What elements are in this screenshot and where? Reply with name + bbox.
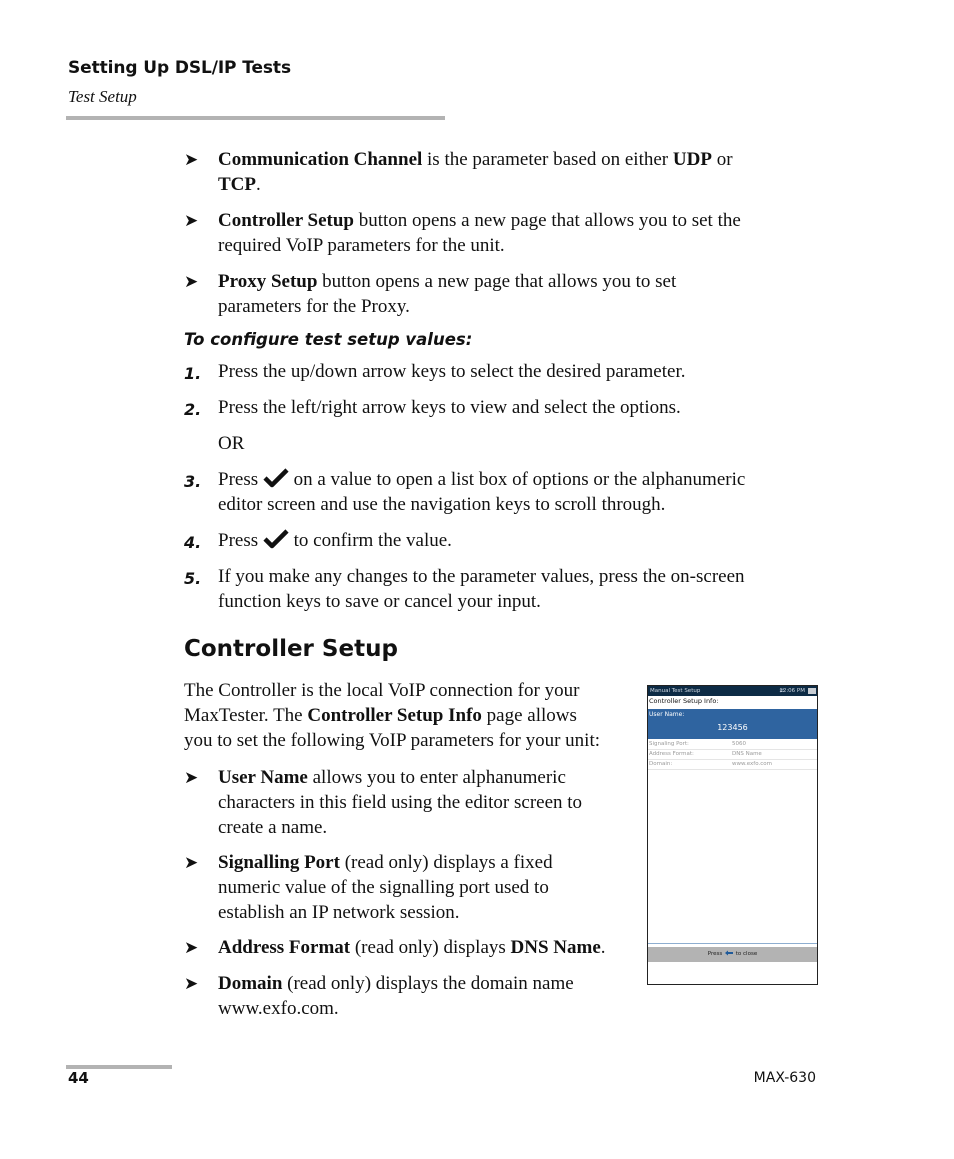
bullet-text: button opens a new page that allows you … bbox=[317, 271, 677, 292]
step-number: 5. bbox=[184, 569, 202, 588]
bullet-text: www.exfo.com. bbox=[218, 998, 339, 1019]
page-number: 44 bbox=[68, 1069, 89, 1087]
bullet-text: (read only) displays bbox=[350, 937, 511, 958]
term: TCP bbox=[218, 174, 256, 195]
bullet-text: parameters for the Proxy. bbox=[218, 296, 410, 317]
address-format-row: Address Format: DNS Name bbox=[648, 750, 817, 760]
device-footer-divider bbox=[648, 943, 817, 944]
bullet-text: establish an IP network session. bbox=[218, 902, 460, 923]
intro-text: you to set the following VoIP parameters… bbox=[184, 730, 601, 751]
step-number: 3. bbox=[184, 472, 202, 491]
header-rule bbox=[66, 116, 445, 120]
term: Controller Setup bbox=[218, 210, 354, 231]
row-label: Address Format: bbox=[649, 751, 694, 757]
section-subtitle: Test Setup bbox=[68, 87, 137, 106]
row-label: Signaling Port: bbox=[649, 741, 689, 747]
arrowhead-bullet-icon: ➤ bbox=[184, 768, 199, 787]
term: Signalling Port bbox=[218, 852, 340, 873]
footer-text: Press bbox=[707, 951, 725, 957]
device-screenshot: Manual Test Setup ⇄ 12:06 PM Controller … bbox=[647, 685, 818, 985]
chapter-title: Setting Up DSL/IP Tests bbox=[68, 58, 291, 78]
intro-text: MaxTester. The bbox=[184, 705, 308, 726]
step-text: on a value to open a list box of options… bbox=[288, 469, 746, 490]
checkmark-icon bbox=[263, 468, 289, 488]
step-text: Press bbox=[218, 469, 263, 490]
footer-text: to close bbox=[734, 951, 758, 957]
step-text: Press bbox=[218, 530, 263, 551]
intro-text: The Controller is the local VoIP connect… bbox=[184, 680, 580, 701]
term: Address Format bbox=[218, 937, 351, 958]
device-heading: Controller Setup Info: bbox=[649, 697, 719, 705]
row-value: DNS Name bbox=[732, 751, 762, 757]
step-number: 2. bbox=[184, 400, 202, 419]
user-name-value: 123456 bbox=[717, 723, 748, 732]
term: Communication Channel bbox=[218, 149, 423, 170]
step-text: Press the up/down arrow keys to select t… bbox=[218, 361, 686, 382]
or-separator: OR bbox=[218, 433, 245, 454]
arrowhead-bullet-icon: ➤ bbox=[184, 853, 199, 872]
term: DNS Name bbox=[510, 937, 601, 958]
procedure-heading: To configure test setup values: bbox=[184, 330, 473, 349]
battery-icon bbox=[808, 688, 816, 694]
term: Controller Setup Info bbox=[307, 705, 482, 726]
bullet-text: or bbox=[711, 149, 733, 170]
user-name-field[interactable]: User Name: 123456 bbox=[648, 709, 817, 739]
bullet-text: allows you to enter alphanumeric bbox=[307, 767, 566, 788]
term: UDP bbox=[672, 149, 712, 170]
step-text: editor screen and use the navigation key… bbox=[218, 494, 666, 515]
bullet-text: (read only) displays the domain name bbox=[282, 973, 574, 994]
intro-paragraph: The Controller is the local VoIP connect… bbox=[184, 678, 644, 753]
bullet-text: button opens a new page that allows you … bbox=[354, 210, 741, 231]
arrowhead-bullet-icon: ➤ bbox=[184, 211, 199, 230]
step-text: If you make any changes to the parameter… bbox=[218, 566, 745, 587]
device-titlebar: Manual Test Setup ⇄ 12:06 PM bbox=[648, 686, 817, 696]
back-arrow-icon bbox=[725, 950, 734, 956]
arrowhead-bullet-icon: ➤ bbox=[184, 938, 199, 957]
section-heading: Controller Setup bbox=[184, 636, 398, 662]
term: User Name bbox=[218, 767, 308, 788]
row-value: www.exfo.com bbox=[732, 761, 772, 767]
bullet-text: required VoIP parameters for the unit. bbox=[218, 235, 505, 256]
user-name-label: User Name: bbox=[649, 711, 685, 718]
step-text: Press the left/right arrow keys to view … bbox=[218, 397, 681, 418]
bullet-text: create a name. bbox=[218, 817, 328, 838]
product-name: MAX-630 bbox=[753, 1070, 816, 1086]
arrowhead-bullet-icon: ➤ bbox=[184, 150, 199, 169]
arrowhead-bullet-icon: ➤ bbox=[184, 272, 199, 291]
step-number: 1. bbox=[184, 364, 202, 383]
row-value: 5060 bbox=[732, 741, 746, 747]
device-clock: 12:06 PM bbox=[779, 688, 805, 694]
step-number: 4. bbox=[184, 533, 202, 552]
intro-text: page allows bbox=[481, 705, 577, 726]
bullet-text: numeric value of the signalling port use… bbox=[218, 877, 549, 898]
step-text: function keys to save or cancel your inp… bbox=[218, 591, 541, 612]
checkmark-icon bbox=[263, 529, 289, 549]
domain-row: Domain: www.exfo.com bbox=[648, 760, 817, 770]
bullet-text: is the parameter based on either bbox=[422, 149, 673, 170]
bullet-text: (read only) displays a fixed bbox=[339, 852, 553, 873]
bullet-text: characters in this field using the edito… bbox=[218, 792, 583, 813]
row-label: Domain: bbox=[649, 761, 673, 767]
signaling-port-row: Signaling Port: 5060 bbox=[648, 740, 817, 750]
term: Proxy Setup bbox=[218, 271, 318, 292]
term: Domain bbox=[218, 973, 283, 994]
bullet-text: . bbox=[256, 174, 261, 195]
bullet-text: . bbox=[600, 937, 606, 958]
device-close-bar[interactable]: Press to close bbox=[648, 947, 817, 962]
step-text: to confirm the value. bbox=[288, 530, 452, 551]
device-window-title: Manual Test Setup bbox=[650, 688, 701, 694]
arrowhead-bullet-icon: ➤ bbox=[184, 974, 199, 993]
